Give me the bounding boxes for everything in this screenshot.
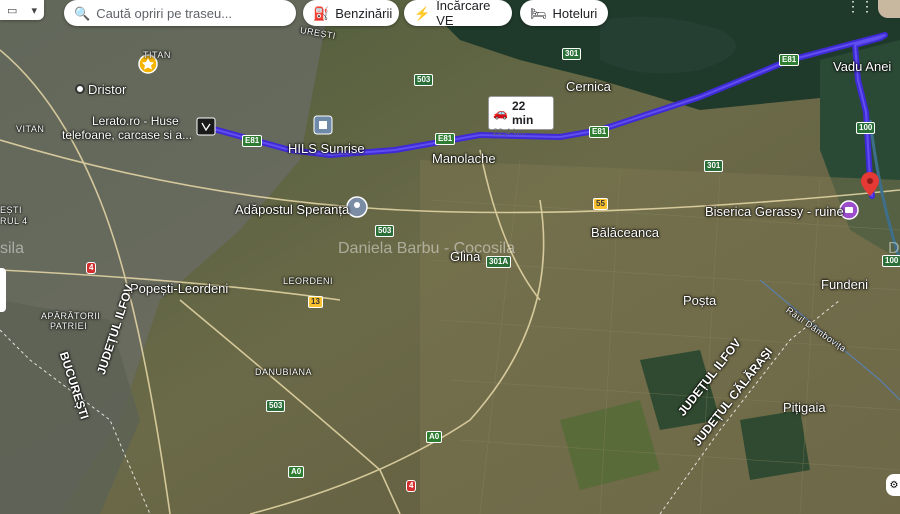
label-popesti: Popești-Leordeni — [130, 281, 229, 296]
shield-4: 4 — [406, 480, 417, 492]
ev-charging-icon: ⚡ — [414, 5, 431, 21]
label-balaceanca: Bălăceanca — [591, 225, 659, 240]
label-dristor[interactable]: Dristor — [88, 82, 126, 97]
label-danubiana: DANUBIANA — [255, 367, 313, 377]
gear-icon: ⚙ — [889, 479, 899, 491]
label-vitan: VITAN — [16, 124, 45, 134]
store-marker-icon[interactable] — [196, 117, 216, 136]
shield-e81: E81 — [589, 126, 610, 138]
label-pitigaia: Pițigaia — [783, 400, 826, 415]
shield-4: 4 — [86, 262, 97, 274]
side-panel-handle[interactable] — [0, 268, 6, 312]
search-icon: 🔍 — [74, 5, 91, 21]
label-cernica: Cernica — [566, 79, 611, 94]
origin-marker[interactable] — [75, 84, 85, 94]
keyboard-icon: ▭ — [7, 4, 18, 17]
shield-100: 100 — [882, 255, 900, 267]
label-biserica[interactable]: Biserica Gerassy - ruine — [705, 204, 844, 219]
chip-hoteluri-label: Hoteluri — [552, 5, 598, 21]
chevron-down-icon: ▾ — [31, 4, 37, 17]
route-info-card[interactable]: 🚗 22 min 22,4 km — [488, 96, 554, 137]
chip-hoteluri[interactable]: 🛏 Hoteluri — [520, 0, 608, 26]
label-vadu-anei: Vadu Anei — [833, 59, 892, 74]
shield-a0: A0 — [426, 431, 443, 443]
hils-marker-icon[interactable] — [313, 115, 333, 135]
shield-301: 301 — [562, 48, 582, 60]
chip-incarcare-ve[interactable]: ⚡ Încărcare VE — [404, 0, 512, 28]
label-lerato-2[interactable]: telefoane, carcase si a... — [62, 128, 192, 142]
shield-503: 503 — [375, 225, 395, 237]
shield-503: 503 — [414, 74, 434, 86]
label-fundeni: Fundeni — [821, 277, 868, 292]
shield-e81: E81 — [242, 135, 263, 147]
shield-100: 100 — [856, 122, 876, 134]
search-input[interactable]: 🔍 Caută opriri pe traseu... — [64, 0, 296, 26]
hotel-icon: 🛏 — [530, 5, 547, 21]
layers-button[interactable]: ▭ ▾ — [0, 0, 44, 20]
route-distance: 22,4 km — [493, 127, 526, 137]
label-hils[interactable]: HILS Sunrise — [288, 141, 365, 156]
apps-grid-icon[interactable]: ⋮⋮ — [846, 0, 874, 14]
shelter-marker-icon[interactable] — [346, 196, 368, 218]
label-esti: EȘTI — [0, 205, 23, 215]
shield-e81: E81 — [435, 133, 456, 145]
label-apartorii-2: PATRIEI — [50, 321, 88, 331]
search-placeholder: Caută opriri pe traseu... — [96, 5, 233, 21]
label-posta: Poșta — [683, 293, 717, 308]
shield-55: 55 — [593, 198, 608, 210]
label-leordeni: LEORDENI — [283, 276, 334, 286]
shield-301: 301 — [704, 160, 724, 172]
label-sila: sila — [0, 240, 25, 257]
chip-incarcare-ve-label: Încărcare VE — [436, 0, 491, 28]
shield-a0: A0 — [288, 466, 305, 478]
avatar[interactable] — [878, 0, 900, 18]
label-adapostul[interactable]: Adăpostul Speranța — [235, 202, 349, 217]
label-manolache: Manolache — [432, 151, 496, 166]
label-apartorii-1: APĂRĂTORII — [41, 311, 101, 321]
label-rul4: RUL 4 — [0, 216, 28, 226]
route-time: 22 min — [511, 99, 534, 127]
shield-301a: 301A — [486, 256, 512, 268]
fuel-icon: ⛽ — [313, 5, 330, 21]
shield-13: 13 — [308, 296, 323, 308]
shield-e81: E81 — [779, 54, 800, 66]
chip-benzinarii[interactable]: ⛽ Benzinării — [303, 0, 399, 26]
label-lerato-1[interactable]: Lerato.ro - Huse — [92, 114, 179, 128]
shield-503: 503 — [266, 400, 286, 412]
chip-benzinarii-label: Benzinării — [335, 5, 393, 21]
car-icon: 🚗 — [493, 106, 508, 120]
label-titan: TITAN — [143, 50, 171, 60]
map-settings-button[interactable]: ⚙ — [886, 474, 900, 496]
